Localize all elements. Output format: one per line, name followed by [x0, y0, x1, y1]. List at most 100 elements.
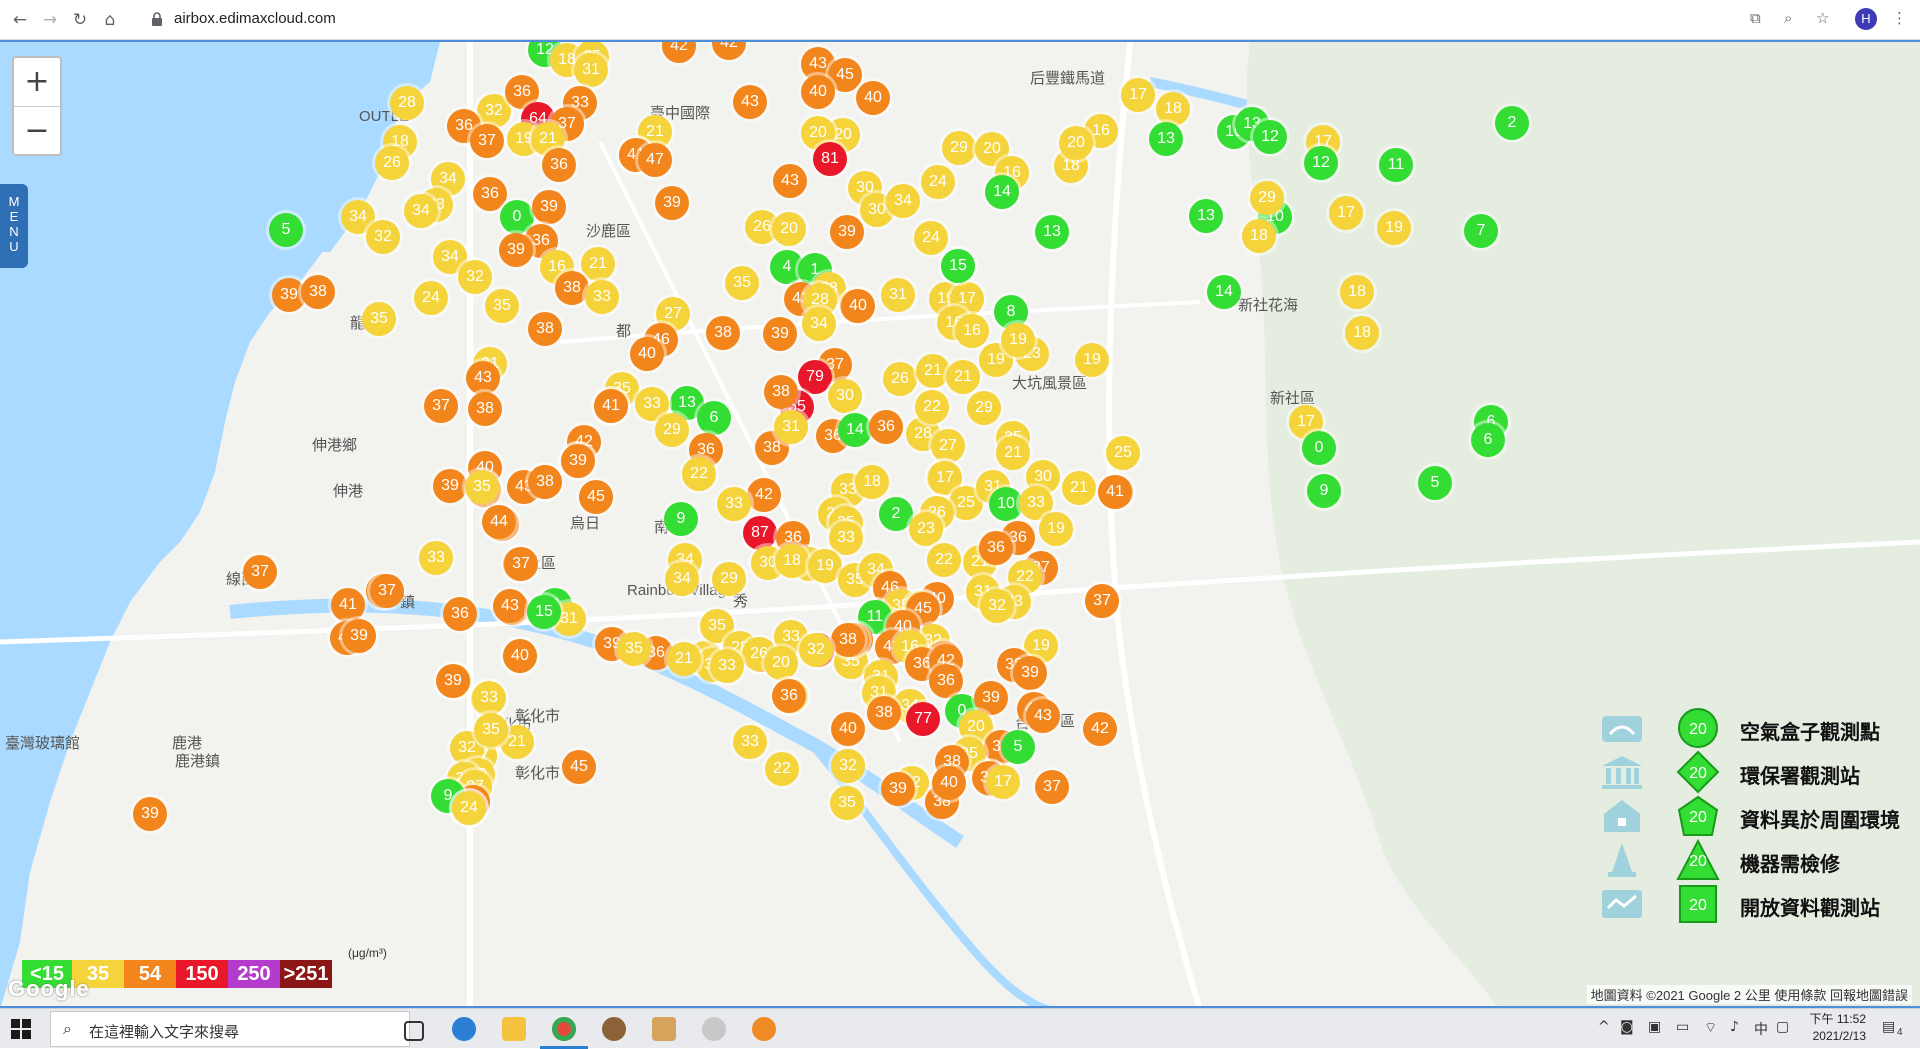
station-marker[interactable]: 37 [424, 389, 458, 423]
station-marker[interactable]: 10 [989, 487, 1023, 521]
translate-icon[interactable]: ⧉ [1750, 9, 1761, 27]
station-marker[interactable]: 37 [370, 574, 404, 608]
station-marker[interactable]: 34 [404, 194, 438, 228]
station-marker[interactable]: 37 [243, 555, 277, 589]
tray-keyboard-icon[interactable]: ▢ [1776, 1019, 1789, 1035]
station-marker[interactable]: 42 [712, 42, 746, 60]
station-marker[interactable]: 33 [733, 725, 767, 759]
station-marker[interactable]: 40 [932, 766, 966, 800]
station-marker[interactable]: 39 [655, 186, 689, 220]
station-marker[interactable]: 39 [1013, 656, 1047, 690]
station-marker[interactable]: 35 [830, 786, 864, 820]
station-marker[interactable]: 19 [1377, 211, 1411, 245]
station-marker[interactable]: 21 [916, 354, 950, 388]
station-marker[interactable]: 39 [532, 190, 566, 224]
station-marker[interactable]: 31 [574, 53, 608, 87]
station-marker[interactable]: 32 [980, 589, 1014, 623]
station-marker[interactable]: 21 [996, 436, 1030, 470]
station-marker[interactable]: 39 [881, 772, 915, 806]
station-marker[interactable]: 18 [775, 544, 809, 578]
browser-menu-icon[interactable]: ⋮ [1892, 9, 1907, 27]
tray-chevron-icon[interactable]: ^ [1598, 1019, 1610, 1035]
air-quality-map[interactable]: 沙鹿區 臺中國際 后豐鐵馬道 新社花海 新社區 大坑風景區 伸港鄉 伸港 線西 鹿港 鹿港鎮 彰化市彰… [0, 40, 1920, 1008]
station-marker[interactable]: 21 [946, 360, 980, 394]
station-marker[interactable]: 40 [503, 639, 537, 673]
station-marker[interactable]: 34 [802, 307, 836, 341]
ime-indicator[interactable]: 中 [1754, 1019, 1768, 1039]
station-marker[interactable]: 18 [1340, 275, 1374, 309]
station-marker[interactable]: 26 [375, 146, 409, 180]
station-marker[interactable]: 17 [1121, 78, 1155, 112]
station-marker[interactable]: 7 [1464, 214, 1498, 248]
station-marker[interactable]: 40 [630, 337, 664, 371]
station-marker[interactable]: 6 [697, 401, 731, 435]
station-marker[interactable]: 18 [1345, 316, 1379, 350]
station-marker[interactable]: 79 [798, 360, 832, 394]
station-marker[interactable]: 39 [342, 619, 376, 653]
taskbar-search-box[interactable]: ⌕ 在這裡輸入文字來搜尋 [50, 1011, 410, 1047]
station-marker[interactable]: 36 [979, 531, 1013, 565]
back-arrow-icon[interactable]: ← [8, 8, 32, 32]
station-marker[interactable]: 41 [594, 389, 628, 423]
station-marker[interactable]: 18 [855, 465, 889, 499]
station-marker[interactable]: 35 [725, 266, 759, 300]
tray-battery-icon[interactable]: ▭ [1676, 1019, 1689, 1035]
station-marker[interactable]: 19 [1075, 343, 1109, 377]
station-marker[interactable]: 39 [561, 444, 595, 478]
station-marker[interactable]: 22 [765, 752, 799, 786]
station-marker[interactable]: 31 [774, 410, 808, 444]
station-marker[interactable]: 2 [879, 497, 913, 531]
bookmark-star-icon[interactable]: ☆ [1816, 9, 1829, 27]
station-marker[interactable]: 44 [482, 505, 516, 539]
station-marker[interactable]: 33 [829, 521, 863, 555]
tray-volume-icon[interactable]: ♪ [1730, 1019, 1739, 1035]
forward-arrow-icon[interactable]: → [38, 8, 62, 32]
reload-icon[interactable]: ↻ [68, 8, 92, 32]
station-marker[interactable]: 16 [955, 314, 989, 348]
station-marker[interactable]: 38 [528, 312, 562, 346]
station-marker[interactable]: 35 [474, 713, 508, 747]
station-marker[interactable]: 18 [1242, 219, 1276, 253]
menu-tab[interactable]: M E N U [0, 184, 28, 268]
tray-wifi-icon[interactable]: ⌔ [1704, 1019, 1717, 1037]
station-marker[interactable]: 12 [1253, 120, 1287, 154]
station-marker[interactable]: 39 [133, 797, 167, 831]
station-marker[interactable]: 39 [433, 469, 467, 503]
station-marker[interactable]: 38 [764, 375, 798, 409]
station-marker[interactable]: 21 [667, 642, 701, 676]
station-marker[interactable]: 15 [941, 249, 975, 283]
station-marker[interactable]: 22 [915, 390, 949, 424]
app-icon-4[interactable] [752, 1017, 776, 1041]
station-marker[interactable]: 38 [301, 275, 335, 309]
station-marker[interactable]: 29 [655, 413, 689, 447]
station-marker[interactable]: 12 [1304, 146, 1338, 180]
station-marker[interactable]: 25 [1106, 436, 1140, 470]
station-marker[interactable]: 34 [886, 184, 920, 218]
station-marker[interactable]: 13 [1189, 199, 1223, 233]
station-marker[interactable]: 19 [1039, 512, 1073, 546]
station-marker[interactable]: 35 [465, 470, 499, 504]
station-marker[interactable]: 13 [1149, 122, 1183, 156]
tray-app-icon[interactable]: ◙ [1620, 1019, 1634, 1035]
chrome-icon[interactable] [552, 1017, 576, 1041]
station-marker[interactable]: 17 [1329, 196, 1363, 230]
station-marker[interactable]: 24 [452, 791, 486, 825]
station-marker[interactable]: 38 [528, 465, 562, 499]
station-marker[interactable]: 33 [472, 681, 506, 715]
station-marker[interactable]: 22 [682, 457, 716, 491]
station-marker[interactable]: 42 [1083, 712, 1117, 746]
station-marker[interactable]: 42 [662, 42, 696, 63]
station-marker[interactable]: 41 [331, 588, 365, 622]
station-marker[interactable]: 2 [1495, 106, 1529, 140]
station-marker[interactable]: 13 [1035, 215, 1069, 249]
station-marker[interactable]: 20 [772, 212, 806, 246]
station-marker[interactable]: 24 [414, 281, 448, 315]
station-marker[interactable]: 37 [1035, 770, 1069, 804]
station-marker[interactable]: 29 [942, 131, 976, 165]
station-marker[interactable]: 43 [1026, 699, 1060, 733]
station-marker[interactable]: 37 [470, 124, 504, 158]
station-marker[interactable]: 38 [468, 392, 502, 426]
station-marker[interactable]: 35 [617, 632, 651, 666]
station-marker[interactable]: 32 [799, 633, 833, 667]
station-marker[interactable]: 43 [466, 361, 500, 395]
